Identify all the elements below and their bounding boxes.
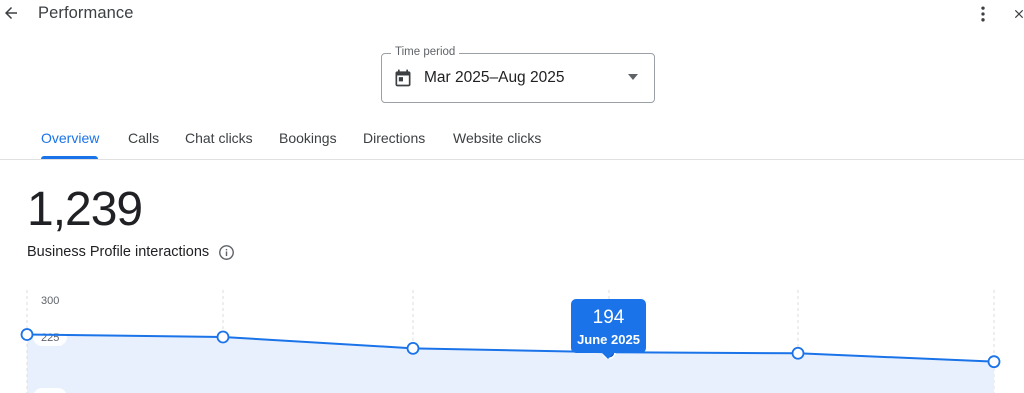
interactions-chart: 300 225: [0, 290, 1024, 393]
dropdown-arrow-icon: [628, 74, 638, 80]
metric-label: Business Profile interactions: [27, 244, 210, 260]
tab-bookings[interactable]: Bookings: [279, 130, 337, 146]
chart-point-4: [791, 346, 805, 360]
page-title: Performance: [38, 4, 134, 22]
chart-canvas: 300225: [20, 290, 1001, 393]
tab-calls[interactable]: Calls: [128, 130, 159, 146]
chart-point-0: [20, 328, 34, 341]
tooltip-value: 194: [592, 307, 625, 328]
tab-overview[interactable]: Overview: [41, 130, 99, 146]
close-icon: [1014, 9, 1024, 19]
tab-chat-clicks[interactable]: Chat clicks: [185, 130, 253, 146]
tab-website-clicks[interactable]: Website clicks: [453, 130, 541, 146]
back-button[interactable]: [0, 2, 22, 24]
more-options-button[interactable]: [972, 3, 994, 25]
total-interactions-value: 1,239: [27, 183, 143, 236]
y-tick-label-0: 300: [41, 295, 59, 307]
calendar-icon: [395, 69, 411, 87]
close-button[interactable]: [1012, 3, 1024, 25]
time-period-select[interactable]: Time period Mar 2025–Aug 2025: [381, 46, 655, 103]
more-vert-icon: [981, 6, 985, 22]
tooltip-date: June 2025: [577, 332, 640, 347]
chart-point-1: [216, 330, 230, 344]
active-tab-indicator: [41, 156, 98, 159]
tab-bar: Overview Calls Chat clicks Bookings Dire…: [0, 120, 1024, 160]
info-icon[interactable]: [218, 244, 235, 261]
chart-point-5: [987, 355, 1001, 369]
chart-tooltip: 194 June 2025: [571, 299, 646, 359]
tab-directions[interactable]: Directions: [363, 130, 425, 146]
chart-point-2: [406, 341, 420, 355]
chart-area: [27, 334, 994, 393]
arrow-back-icon: [5, 7, 17, 19]
time-period-label: Time period: [391, 46, 460, 58]
time-period-value: Mar 2025–Aug 2025: [424, 69, 565, 86]
